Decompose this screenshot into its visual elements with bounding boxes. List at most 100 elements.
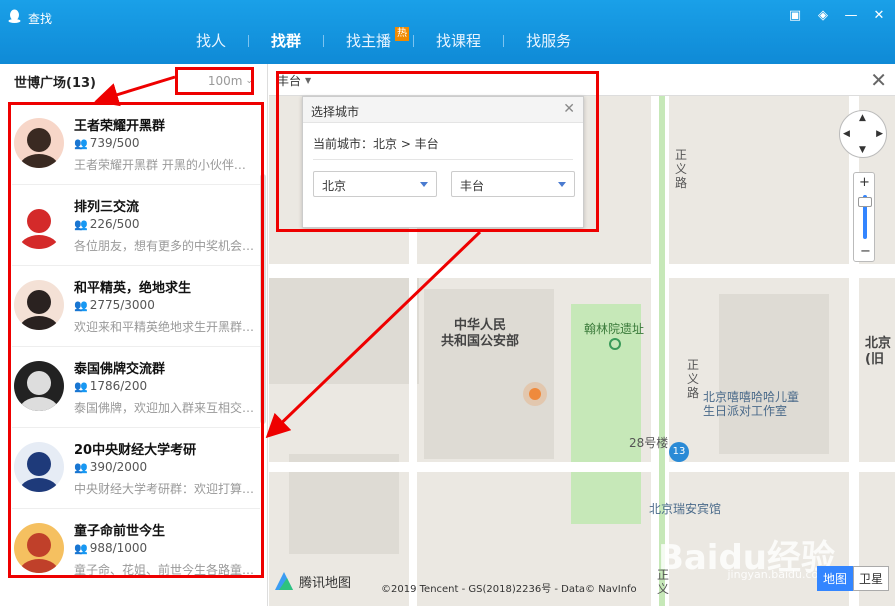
tencent-map-icon <box>275 572 293 590</box>
avatar-image <box>19 128 59 168</box>
group-list-item[interactable]: 王者荣耀开黑群 👥 739/500 王者荣耀开黑群 开黑的小伙伴… <box>12 104 260 185</box>
qq-penguin-icon <box>8 9 21 23</box>
member-count: 👥 739/500 <box>74 136 140 150</box>
window-title: 查找 <box>28 12 53 26</box>
group-description: 童子命、花姐、前世今生各路童… <box>74 563 255 576</box>
member-count: 👥 226/500 <box>74 217 140 231</box>
caret-down-icon: ▼ <box>305 76 312 85</box>
title-bar: 查找 ▣ ◈ — ✕ 找人 找群 找主播热 找课程 找服务 <box>0 0 895 64</box>
map-label-hotel: 北京瑞安宾馆 <box>649 502 722 516</box>
map-view[interactable]: 中华人民 共和国公安部 翰林院遗址 正 义 路 正 义 路 正 义 北京嘻嘻哈哈… <box>269 64 895 606</box>
member-count-value: 226/500 <box>89 217 140 231</box>
group-avatar <box>14 199 64 249</box>
member-count-value: 2775/3000 <box>89 298 155 312</box>
group-name: 泰国佛牌交流群 <box>74 362 166 377</box>
members-icon: 👥 <box>74 541 88 555</box>
province-select[interactable]: 北京 <box>313 171 437 197</box>
group-avatar <box>14 523 64 573</box>
city-select-value: 丰台 <box>277 74 302 88</box>
group-description: 各位朋友，想有更多的中奖机会… <box>74 239 255 253</box>
zoom-slider-handle[interactable] <box>858 197 872 207</box>
group-description: 泰国佛牌，欢迎加入群来互相交… <box>74 401 255 415</box>
map-type-satellite[interactable]: 卫星 <box>852 566 889 591</box>
map-block <box>269 264 419 384</box>
tab-find-streamer[interactable]: 找主播热 <box>328 27 410 51</box>
avatar-image <box>19 452 59 492</box>
zoom-control: + − <box>853 172 875 262</box>
caret-down-icon <box>558 182 566 187</box>
group-avatar <box>14 361 64 411</box>
avatar-image <box>19 533 59 573</box>
avatar-image <box>19 290 59 330</box>
map-pan-control[interactable]: ▲ ◀ ▶ ▼ <box>839 110 887 158</box>
popup-title: 选择城市 <box>303 97 583 123</box>
tab-find-course[interactable]: 找课程 <box>418 30 499 51</box>
group-list: 王者荣耀开黑群 👥 739/500 王者荣耀开黑群 开黑的小伙伴… 排列三交流 👥… <box>12 104 260 576</box>
divider <box>313 159 573 160</box>
map-toolbar: 丰台 ▼ ✕ <box>269 64 895 96</box>
tab-separator <box>413 34 415 47</box>
map-copyright: ©2019 Tencent - GS(2018)2236号 - Data© Na… <box>381 584 637 595</box>
watermark-url: jingyan.baidu.com <box>727 568 829 581</box>
group-name: 王者荣耀开黑群 <box>74 119 166 134</box>
group-name: 20中央财经大学考研 <box>74 443 197 458</box>
map-block <box>424 289 554 459</box>
find-window: 查找 ▣ ◈ — ✕ 找人 找群 找主播热 找课程 找服务 世博广场(13) 1… <box>0 0 895 606</box>
poi-icon <box>609 338 621 350</box>
route-badge-icon: 13 <box>669 442 689 462</box>
pan-right-icon[interactable]: ▶ <box>876 129 883 139</box>
group-avatar <box>14 118 64 168</box>
minimize-button[interactable]: — <box>843 8 859 24</box>
members-icon: 👥 <box>74 379 88 393</box>
group-list-item[interactable]: 20中央财经大学考研 👥 390/2000 中央财经大学考研群：欢迎打算… <box>12 428 260 509</box>
map-label-hanlin: 翰林院遗址 <box>584 322 645 336</box>
tab-find-people[interactable]: 找人 <box>178 30 244 51</box>
distance-value: 100m <box>207 74 243 88</box>
popup-close-icon[interactable]: ✕ <box>563 101 575 117</box>
close-button[interactable]: ✕ <box>871 8 887 24</box>
map-label-ministry: 中华人民 共和国公安部 <box>441 318 520 349</box>
tencent-map-logo: 腾讯地图 <box>273 570 351 592</box>
map-type-map[interactable]: 地图 <box>816 566 853 591</box>
map-road <box>269 462 895 472</box>
member-count-value: 1786/200 <box>89 379 148 393</box>
pan-down-icon[interactable]: ▼ <box>859 145 866 155</box>
tab-find-service[interactable]: 找服务 <box>508 30 589 51</box>
group-description: 中央财经大学考研群：欢迎打算… <box>74 482 255 496</box>
group-name: 排列三交流 <box>74 200 140 215</box>
member-count-value: 390/2000 <box>89 460 148 474</box>
map-label-studio: 北京嘻嘻哈哈儿童 生日派对工作室 <box>703 390 800 418</box>
group-list-item[interactable]: 排列三交流 👥 226/500 各位朋友，想有更多的中奖机会… <box>12 185 260 266</box>
zoom-in-button[interactable]: + <box>859 175 870 190</box>
map-label-district: 北京 (旧 <box>865 336 892 367</box>
map-block <box>719 294 829 454</box>
zoom-out-button[interactable]: − <box>860 244 871 259</box>
tab-find-group[interactable]: 找群 <box>253 30 319 51</box>
distance-dropdown[interactable]: 100m ⌄ <box>208 74 253 88</box>
logo-text: 腾讯地图 <box>299 575 352 591</box>
group-list-item[interactable]: 童子命前世今生 👥 988/1000 童子命、花姐、前世今生各路童… <box>12 509 260 576</box>
feedback-icon[interactable]: ▣ <box>787 8 803 24</box>
members-icon: 👥 <box>74 298 88 312</box>
province-value: 北京 <box>322 179 347 193</box>
map-label-road: 正 义 路 <box>687 358 700 400</box>
scrollbar[interactable] <box>260 174 266 424</box>
district-select[interactable]: 丰台 <box>451 171 575 197</box>
skin-icon[interactable]: ◈ <box>815 8 831 24</box>
group-avatar <box>14 280 64 330</box>
pan-left-icon[interactable]: ◀ <box>843 129 850 139</box>
members-icon: 👥 <box>74 217 88 231</box>
pan-up-icon[interactable]: ▲ <box>859 113 866 123</box>
members-icon: 👥 <box>74 460 88 474</box>
map-label-road: 正 义 路 <box>675 148 688 190</box>
city-picker-popup: 选择城市 ✕ 当前城市：北京 > 丰台 北京 丰台 <box>302 96 584 228</box>
city-select[interactable]: 丰台 ▼ <box>277 72 311 89</box>
group-list-item[interactable]: 和平精英，绝地求生 👥 2775/3000 欢迎来和平精英绝地求生开黑群… <box>12 266 260 347</box>
member-count-value: 739/500 <box>89 136 140 150</box>
tab-separator <box>248 34 250 47</box>
group-description: 欢迎来和平精英绝地求生开黑群… <box>74 320 255 334</box>
group-list-panel: 世博广场(13) 100m ⌄ 王者荣耀开黑群 👥 739/500 王者荣耀开黑群 … <box>0 64 268 606</box>
group-avatar <box>14 442 64 492</box>
close-map-icon[interactable]: ✕ <box>870 68 887 92</box>
group-list-item[interactable]: 泰国佛牌交流群 👥 1786/200 泰国佛牌，欢迎加入群来互相交… <box>12 347 260 428</box>
